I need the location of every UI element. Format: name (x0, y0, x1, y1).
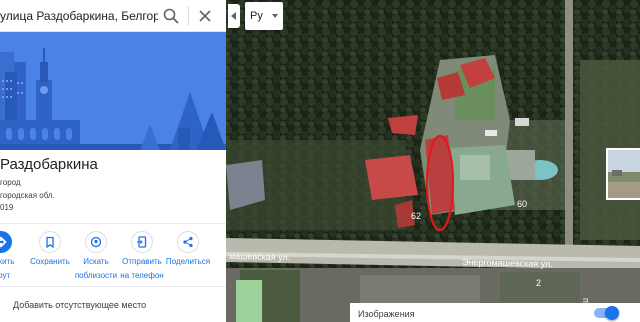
place-title: Раздобаркина (0, 156, 98, 173)
divider (0, 223, 226, 224)
divider (0, 286, 226, 287)
place-panel: улица Раздобаркина, Белгород Раздобаркин… (0, 0, 226, 322)
add-missing-place-link[interactable]: Добавить отсутствующее место (13, 300, 146, 310)
route-label-1: ложить (0, 257, 15, 266)
search-input[interactable]: улица Раздобаркина, Белгород (0, 9, 158, 23)
building-number-60: 60 (517, 199, 527, 209)
share-label: Поделиться (165, 257, 211, 266)
images-toggle[interactable] (605, 306, 619, 320)
collapse-panel-button[interactable] (228, 4, 240, 28)
save-label: Сохранить (30, 257, 70, 266)
chevron-left-icon (231, 12, 236, 20)
photo-preview (608, 150, 640, 198)
search-nearby-button[interactable]: Искать поблизости (73, 231, 119, 281)
send-to-phone-button[interactable]: Отправить на телефон (119, 231, 165, 281)
city-hero-illustration (0, 32, 226, 150)
close-icon[interactable] (196, 7, 214, 25)
building-number-62: 62 (411, 211, 421, 221)
street-label-right: Энергомашевская ул. (462, 257, 553, 269)
address-line: город (0, 178, 21, 187)
save-button[interactable]: Сохранить (27, 231, 73, 267)
search-icon[interactable] (162, 7, 180, 25)
share-button[interactable]: Поделиться (165, 231, 211, 267)
route-button[interactable]: ложить шрут (0, 231, 24, 281)
directions-icon (0, 236, 7, 248)
images-layer-bar: Изображения (350, 303, 640, 322)
search-box[interactable]: улица Раздобаркина, Белгород (0, 0, 226, 32)
nearby-label-1: Искать (83, 257, 109, 266)
address-line: городская обл. (0, 191, 55, 200)
map-number-2: 2 (536, 278, 541, 288)
address-line: 019 (0, 203, 14, 212)
nearby-label-2: поблизости (74, 271, 118, 280)
language-value: Ру (250, 10, 263, 22)
share-icon (183, 236, 193, 248)
street-label-left: машевская ул. (229, 251, 290, 262)
search-divider (188, 6, 189, 26)
language-select[interactable]: Ру (245, 2, 283, 30)
chevron-down-icon (272, 14, 278, 18)
send-to-phone-icon (137, 236, 147, 248)
phone-label-1: Отправить (122, 257, 162, 266)
images-layer-label: Изображения (358, 309, 415, 319)
route-label-2: шрут (0, 271, 11, 280)
nearby-icon (90, 236, 102, 248)
bookmark-icon (46, 236, 54, 248)
phone-label-2: на телефон (120, 271, 164, 280)
photo-thumbnail[interactable] (606, 148, 640, 200)
